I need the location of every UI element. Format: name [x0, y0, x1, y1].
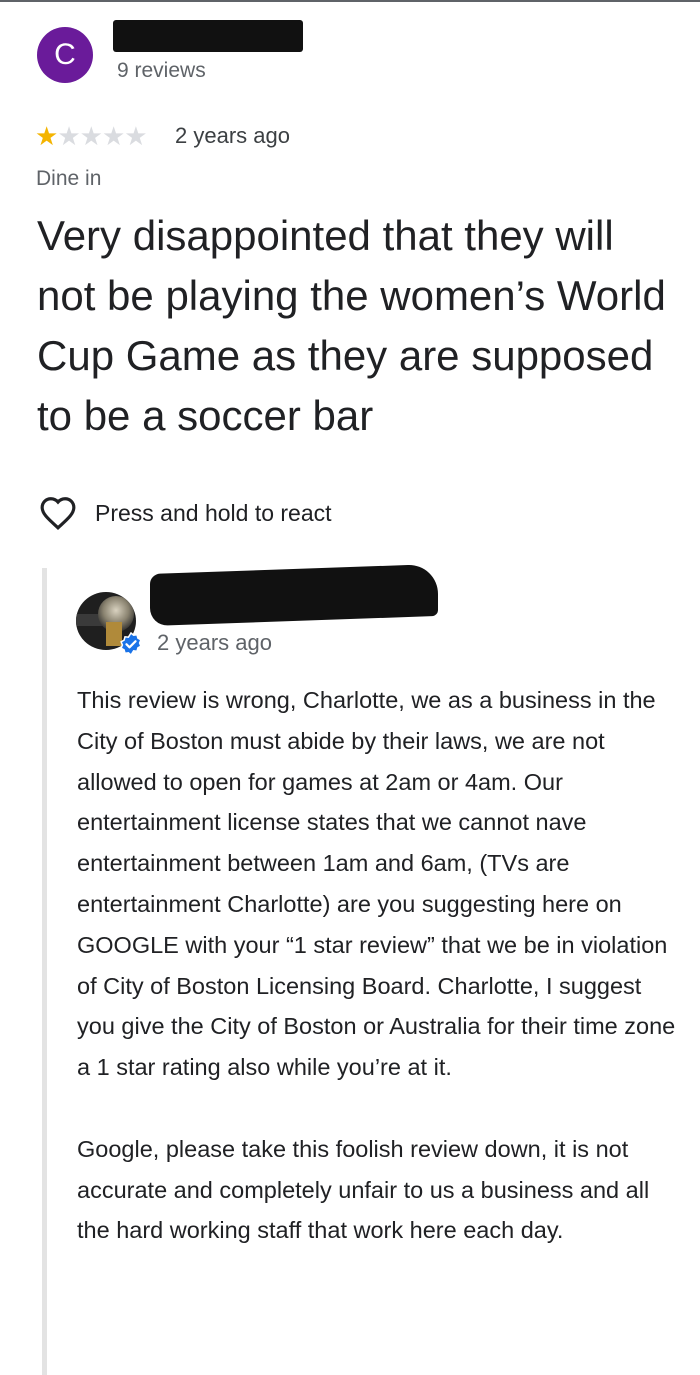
reply-paragraph: This review is wrong, Charlotte, we as a… — [77, 687, 676, 1081]
react-label: Press and hold to react — [95, 499, 332, 526]
redacted-owner-name — [150, 563, 438, 627]
star-empty-icon: ★ — [57, 121, 80, 151]
star-rating: ★★★★★ — [35, 121, 148, 151]
review-timestamp: 2 years ago — [175, 123, 290, 148]
heart-outline-icon — [40, 497, 76, 530]
owner-reply-text: This review is wrong, Charlotte, we as a… — [77, 680, 682, 1251]
reviewer-avatar[interactable]: C — [37, 27, 93, 83]
service-tag: Dine in — [36, 167, 102, 190]
redacted-reviewer-name — [113, 20, 303, 52]
react-button[interactable]: Press and hold to react — [38, 494, 332, 532]
reply-indent-bar — [42, 568, 47, 1375]
verified-badge-icon — [120, 632, 142, 656]
reply-paragraph: Google, please take this foolish review … — [77, 1135, 650, 1244]
star-empty-icon: ★ — [79, 121, 103, 151]
star-empty-icon: ★ — [124, 121, 147, 151]
top-divider — [0, 0, 700, 2]
star-empty-icon: ★ — [101, 121, 125, 151]
reply-timestamp: 2 years ago — [157, 630, 272, 655]
reviewer-review-count[interactable]: 9 reviews — [117, 59, 206, 83]
review-text: Very disappointed that they will not be … — [37, 212, 666, 439]
star-filled-icon: ★ — [35, 121, 58, 151]
